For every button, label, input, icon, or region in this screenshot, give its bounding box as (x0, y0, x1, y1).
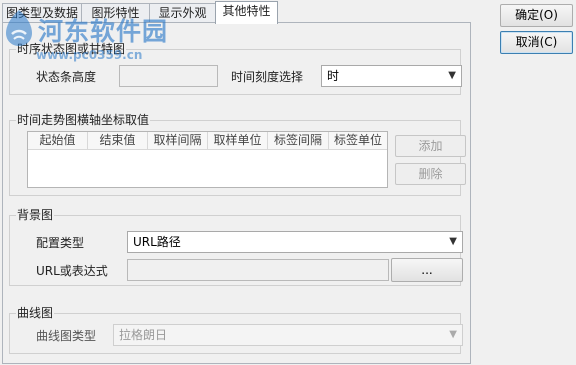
time-scale-value: 时 (327, 69, 340, 83)
chevron-down-icon: ▼ (449, 329, 457, 340)
column-header-start: 起始值 (28, 132, 88, 149)
status-chart-group: 时序状态图或甘特图 状态条高度 时间刻度选择 时 ▼ (9, 42, 462, 95)
chevron-down-icon: ▼ (448, 70, 456, 81)
tab-graphic-properties[interactable]: 图形特性 (81, 3, 150, 22)
status-bar-height-label: 状态条高度 (36, 70, 97, 84)
ok-button[interactable]: 确定(O) (500, 4, 573, 27)
browse-button[interactable]: ... (391, 258, 463, 282)
delete-button[interactable]: 删除 (395, 163, 466, 185)
url-expression-label: URL或表达式 (36, 264, 108, 278)
background-image-group: 背景图 配置类型 URL路径 ▼ URL或表达式 ... (9, 208, 463, 286)
config-type-value: URL路径 (133, 235, 181, 249)
tab-display-appearance[interactable]: 显示外观 (149, 3, 216, 22)
tab-other-properties[interactable]: 其他特性 (215, 1, 278, 24)
time-scale-select[interactable]: 时 ▼ (321, 65, 462, 87)
background-image-legend: 背景图 (16, 208, 55, 222)
column-header-sample-unit: 取样单位 (208, 132, 268, 149)
column-header-label-interval: 标签间隔 (268, 132, 329, 149)
curve-type-select[interactable]: 拉格朗日 ▼ (113, 324, 463, 346)
curve-chart-legend: 曲线图 (16, 306, 55, 320)
status-chart-legend: 时序状态图或甘特图 (16, 42, 127, 56)
axis-values-table[interactable]: 起始值 结束值 取样间隔 取样单位 标签间隔 标签单位 (27, 131, 388, 188)
status-bar-height-input[interactable] (119, 65, 218, 87)
curve-chart-group: 曲线图 曲线图类型 拉格朗日 ▼ (9, 306, 463, 354)
add-button[interactable]: 添加 (395, 135, 466, 157)
column-header-sample-interval: 取样间隔 (148, 132, 208, 149)
column-header-end: 结束值 (88, 132, 148, 149)
tab-chart-type-data[interactable]: 图类型及数据 (2, 3, 82, 22)
column-header-label-unit: 标签单位 (333, 133, 382, 147)
url-expression-input[interactable] (127, 259, 389, 281)
table-header: 起始值 结束值 取样间隔 取样单位 标签间隔 标签单位 (28, 132, 387, 150)
curve-type-label: 曲线图类型 (36, 329, 97, 343)
curve-type-value: 拉格朗日 (119, 328, 168, 342)
config-type-select[interactable]: URL路径 ▼ (127, 231, 463, 253)
tab-panel-other-properties: 时序状态图或甘特图 状态条高度 时间刻度选择 时 ▼ 时间走势图横轴坐标取值 起… (2, 22, 471, 364)
cancel-button[interactable]: 取消(C) (500, 31, 573, 54)
chevron-down-icon: ▼ (449, 236, 457, 247)
axis-values-group: 时间走势图横轴坐标取值 起始值 结束值 取样间隔 取样单位 标签间隔 标签单位 … (9, 113, 466, 196)
axis-values-legend: 时间走势图横轴坐标取值 (16, 113, 151, 127)
time-scale-label: 时间刻度选择 (231, 70, 304, 84)
config-type-label: 配置类型 (36, 236, 85, 250)
